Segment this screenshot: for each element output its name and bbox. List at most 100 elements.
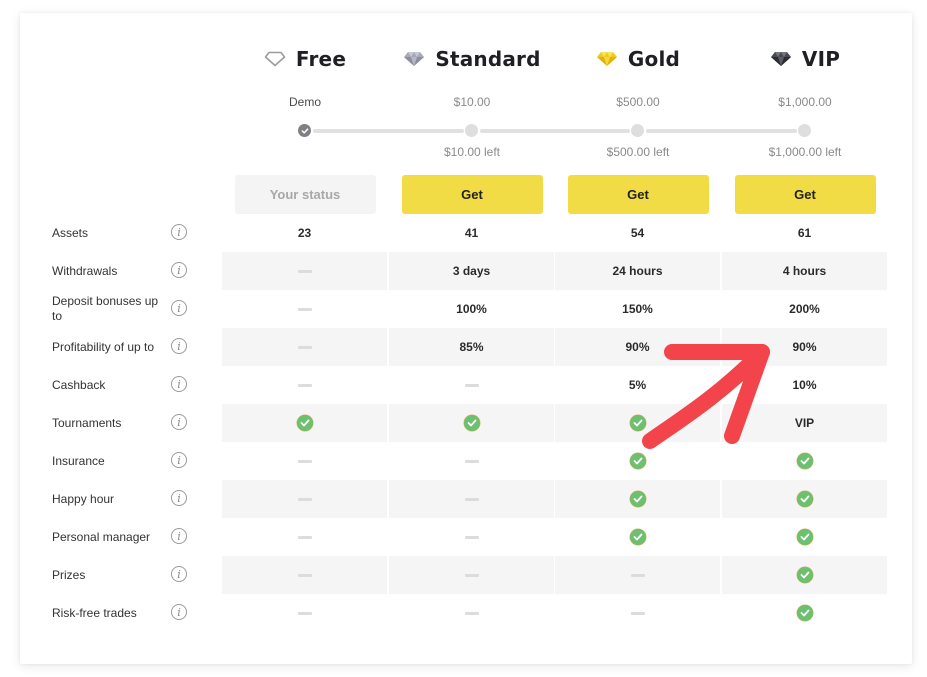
feature-cell-free [222, 518, 387, 556]
plan-title: Gold [627, 47, 681, 71]
info-icon[interactable]: i [171, 604, 187, 620]
feature-cell-vip [722, 518, 887, 556]
not-available-dash [297, 383, 312, 387]
feature-cell-vip: VIP [722, 404, 887, 442]
progress-step-complete-icon [298, 124, 311, 137]
progress-track-segment [312, 129, 464, 133]
progress-step-dot [798, 124, 811, 137]
feature-cell-standard [389, 366, 554, 404]
feature-value: 90% [625, 340, 650, 354]
feature-cell-vip: 10% [722, 366, 887, 404]
feature-cell-free [222, 442, 387, 480]
not-available-dash [297, 345, 312, 349]
info-icon[interactable]: i [171, 490, 187, 506]
feature-label: Prizes [52, 567, 86, 582]
feature-cell-free [222, 594, 387, 632]
feature-row: Assets i 23 41 54 61 [0, 214, 927, 252]
not-available-dash [464, 535, 479, 539]
feature-value: 54 [630, 226, 645, 240]
feature-cell-vip: 90% [722, 328, 887, 366]
feature-label: Withdrawals [52, 263, 118, 278]
not-available-dash [464, 383, 479, 387]
info-icon[interactable]: i [171, 338, 187, 354]
feature-cell-standard [389, 404, 554, 442]
not-available-dash [630, 611, 645, 615]
plan-price-vip: $1,000.00 [778, 95, 832, 109]
feature-cell-free: 23 [222, 214, 387, 252]
feature-cell-gold [555, 594, 720, 632]
feature-cell-gold: 24 hours [555, 252, 720, 290]
feature-value: 100% [456, 302, 487, 316]
plan-price-standard: $10.00 [453, 95, 491, 109]
feature-cell-free [222, 252, 387, 290]
plan-price-free: Demo [288, 95, 321, 109]
info-icon[interactable]: i [171, 224, 187, 240]
plan-remaining-vip: $1,000.00 left [768, 145, 842, 159]
feature-cell-standard: 3 days [389, 252, 554, 290]
feature-value: 150% [622, 302, 653, 316]
feature-row: Cashback i 5% 10% [0, 366, 927, 404]
feature-cell-free [222, 328, 387, 366]
feature-cell-free [222, 366, 387, 404]
feature-cell-vip [722, 594, 887, 632]
info-icon[interactable]: i [171, 414, 187, 430]
feature-cell-gold [555, 480, 720, 518]
get-vip-button[interactable]: Get [734, 175, 876, 214]
feature-cell-free [222, 404, 387, 442]
plan-header-standard: Standard [389, 44, 555, 74]
feature-value: VIP [794, 416, 815, 430]
check-icon [463, 415, 480, 431]
feature-cell-vip [722, 442, 887, 480]
plan-remaining-gold: $500.00 left [606, 145, 670, 159]
feature-row: Deposit bonuses up to i 100% 150% 200% [0, 290, 927, 328]
check-icon [796, 491, 813, 507]
diamond-outline-icon [264, 51, 286, 67]
feature-cell-standard [389, 442, 554, 480]
feature-cell-standard [389, 556, 554, 594]
feature-row: Withdrawals i 3 days 24 hours 4 hours [0, 252, 927, 290]
diamond-silver-icon [403, 51, 425, 67]
feature-cell-vip: 4 hours [722, 252, 887, 290]
feature-value: 24 hours [612, 264, 663, 278]
not-available-dash [297, 535, 312, 539]
feature-row: Risk-free trades i [0, 594, 927, 632]
not-available-dash [464, 497, 479, 501]
feature-cell-standard [389, 480, 554, 518]
feature-row: Profitability of up to i 85% 90% 90% [0, 328, 927, 366]
info-icon[interactable]: i [171, 376, 187, 392]
check-icon [629, 453, 646, 469]
check-icon [796, 529, 813, 545]
not-available-dash [464, 459, 479, 463]
feature-row: Prizes i [0, 556, 927, 594]
get-gold-button[interactable]: Get [567, 175, 709, 214]
feature-cell-vip [722, 556, 887, 594]
info-icon[interactable]: i [171, 452, 187, 468]
info-icon[interactable]: i [171, 262, 187, 278]
feature-cell-free [222, 290, 387, 328]
feature-cell-vip: 61 [722, 214, 887, 252]
feature-label: Assets [52, 225, 89, 240]
feature-label: Risk-free trades [52, 605, 137, 620]
diamond-black-icon [770, 51, 792, 67]
not-available-dash [630, 573, 645, 577]
not-available-dash [297, 459, 312, 463]
info-icon[interactable]: i [171, 300, 187, 316]
not-available-dash [464, 573, 479, 577]
check-icon [629, 415, 646, 431]
get-standard-button[interactable]: Get [401, 175, 543, 214]
plan-title: Free [295, 47, 347, 71]
feature-value: 23 [297, 226, 312, 240]
feature-row: Tournaments i VIP [0, 404, 927, 442]
info-icon[interactable]: i [171, 528, 187, 544]
plan-header-free: Free [222, 44, 388, 74]
feature-cell-gold [555, 556, 720, 594]
feature-cell-gold [555, 518, 720, 556]
plan-price-gold: $500.00 [616, 95, 660, 109]
info-icon[interactable]: i [171, 566, 187, 582]
feature-cell-vip [722, 480, 887, 518]
not-available-dash [297, 573, 312, 577]
feature-label: Profitability of up to [52, 339, 155, 354]
plan-header-vip: VIP [722, 44, 888, 74]
feature-cell-free [222, 556, 387, 594]
feature-row: Insurance i [0, 442, 927, 480]
